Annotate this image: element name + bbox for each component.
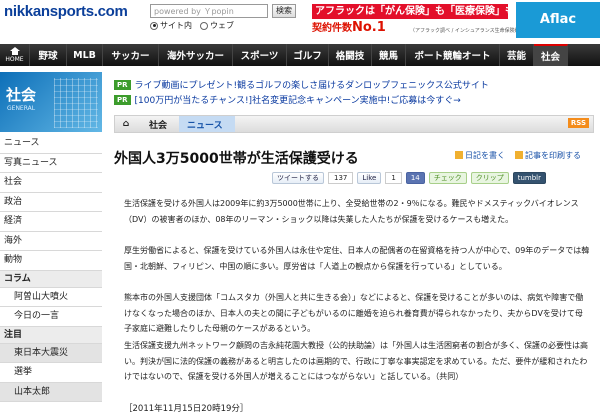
- home-icon: [9, 47, 20, 55]
- sidebar-item-election[interactable]: 選挙: [0, 363, 102, 383]
- breadcrumb-current: ニュース: [179, 116, 235, 132]
- sidebar-item-asoyama[interactable]: 阿曽山大噴火: [0, 288, 102, 307]
- tweet-button[interactable]: ツイートする: [272, 172, 324, 184]
- rss-button[interactable]: RSS: [567, 118, 589, 128]
- ad-prefix: 契約件数: [312, 23, 352, 34]
- search-input[interactable]: powered by Ｙpopin: [150, 4, 268, 18]
- check-button[interactable]: チェック: [428, 172, 467, 184]
- article-paragraph-4: 生活保護支援九州ネットワーク顧問の吉永純花園大教授（公的扶助論）は「外国人は生活…: [124, 341, 588, 381]
- like-count: 1: [385, 172, 402, 184]
- breadcrumb-section[interactable]: 社会: [141, 116, 179, 132]
- article-tools: 日記を書く 記事を印刷する: [455, 150, 581, 161]
- radio-empty-icon: [200, 21, 208, 30]
- nav-world-soccer[interactable]: 海外サッカー: [159, 44, 233, 66]
- nav-entertainment[interactable]: 芸能: [500, 44, 534, 66]
- article-dateline: ［2011年11月15日20時19分］: [124, 404, 249, 414]
- social-bar: ツイートする 137 Like 1 14 チェック クリップ tumblr: [272, 171, 547, 185]
- radio-web-label: ウェブ: [210, 21, 234, 30]
- tweet-count: 137: [328, 172, 354, 184]
- sidebar-item-world[interactable]: 海外: [0, 232, 102, 251]
- sidebar-item-photo-news[interactable]: 写真ニュース: [0, 154, 102, 173]
- section-subtitle: GENERAL: [7, 105, 36, 112]
- section-title: 社会: [6, 86, 37, 104]
- nav-golf[interactable]: ゴルフ: [287, 44, 329, 66]
- breadcrumb-home[interactable]: ⌂: [115, 116, 141, 132]
- header-decoration: [54, 78, 98, 128]
- nav-home-label: HOME: [5, 56, 24, 63]
- promo-text: [100万円が当たるチャンス!]社名変更記念キャンペーン実施中!ご応募は今すぐ→: [134, 96, 461, 106]
- home-icon: ⌂: [122, 119, 130, 129]
- search-button[interactable]: 検索: [272, 4, 296, 18]
- radio-selected-icon: [150, 21, 158, 30]
- sidebar-item-animals[interactable]: 動物: [0, 251, 102, 271]
- tumblr-button[interactable]: tumblr: [512, 172, 547, 184]
- sidebar-item-news[interactable]: ニュース: [0, 134, 102, 154]
- sidebar-section-column: コラム: [0, 270, 102, 288]
- like-button[interactable]: Like: [357, 172, 382, 184]
- facebook-icon[interactable]: 14: [405, 172, 425, 184]
- sidebar-section-featured: 注目: [0, 326, 102, 344]
- pr-badge: PR: [114, 80, 131, 90]
- aflac-ad[interactable]: Aflac: [516, 2, 600, 38]
- sidebar-item-earthquake[interactable]: 東日本大震災: [0, 343, 102, 363]
- banner-ad[interactable]: アフラックは「がん保険」も「医療保険」も 契約件数No.1 （アフラック調べ /…: [312, 2, 547, 36]
- nav-horse[interactable]: 競馬: [372, 44, 406, 66]
- nav-mlb[interactable]: MLB: [67, 44, 103, 66]
- promo-line-1[interactable]: PR ライブ動画にプレゼント!観るゴルフの楽しさ届けるダンロップフェニックス公式サ…: [114, 78, 489, 91]
- sidebar-item-yamamoto[interactable]: 山本太郎: [0, 382, 102, 402]
- sidebar-item-today[interactable]: 今日の一言: [0, 307, 102, 327]
- print-link[interactable]: 記事を印刷する: [515, 150, 581, 161]
- nav-fighting[interactable]: 格闘技: [329, 44, 372, 66]
- nav-baseball[interactable]: 野球: [30, 44, 67, 66]
- sidebar-menu: ニュース 写真ニュース 社会 政治 経済 海外 動物 コラム 阿曽山大噴火 今日…: [0, 134, 102, 402]
- article-paragraph-3: 熊本市の外国人支援団体「コムスタカ（外国人と共に生きる会）」などによると、保護を…: [124, 293, 584, 333]
- nav-home[interactable]: HOME: [0, 44, 30, 66]
- radio-site[interactable]: サイト内: [150, 20, 192, 31]
- nav-sports[interactable]: スポーツ: [233, 44, 287, 66]
- article-paragraph-2: 厚生労働省によると、保護を受けている外国人は永住や定住、日本人の配偶者の在留資格…: [124, 246, 590, 271]
- sidebar-item-politics[interactable]: 政治: [0, 193, 102, 212]
- main-nav: HOME 野球 MLB サッカー 海外サッカー スポーツ ゴルフ 格闘技 競馬 …: [0, 44, 600, 66]
- ad-line1: アフラックは「がん保険」も「医療保険」も: [312, 4, 508, 19]
- site-logo[interactable]: nikkansports.com: [4, 3, 128, 20]
- sidebar-item-economy[interactable]: 経済: [0, 212, 102, 232]
- nav-society[interactable]: 社会: [534, 44, 568, 66]
- sidebar-item-society[interactable]: 社会: [0, 173, 102, 193]
- pr-badge: PR: [114, 95, 131, 105]
- search-scope: サイト内 ウェブ: [150, 20, 234, 31]
- radio-site-label: サイト内: [160, 21, 192, 30]
- promo-text: ライブ動画にプレゼント!観るゴルフの楽しさ届けるダンロップフェニックス公式サイト: [134, 81, 489, 91]
- nav-boat[interactable]: ボート競輪オート: [406, 44, 500, 66]
- breadcrumb: ⌂ 社会 ニュース RSS: [114, 115, 594, 133]
- article-paragraph-1: 生活保護を受ける外国人は2009年に約3万5000世帯に上り、全受給世帯の2・9…: [124, 199, 579, 224]
- nav-soccer[interactable]: サッカー: [103, 44, 159, 66]
- clip-button[interactable]: クリップ: [470, 172, 509, 184]
- ad-no1: No.1: [352, 20, 386, 35]
- article-title: 外国人3万5000世帯が生活保護受ける: [114, 151, 359, 167]
- radio-web[interactable]: ウェブ: [200, 20, 234, 31]
- section-header: 社会 GENERAL: [0, 72, 102, 132]
- promo-line-2[interactable]: PR [100万円が当たるチャンス!]社名変更記念キャンペーン実施中!ご応募は今す…: [114, 93, 461, 106]
- diary-link[interactable]: 日記を書く: [455, 150, 505, 161]
